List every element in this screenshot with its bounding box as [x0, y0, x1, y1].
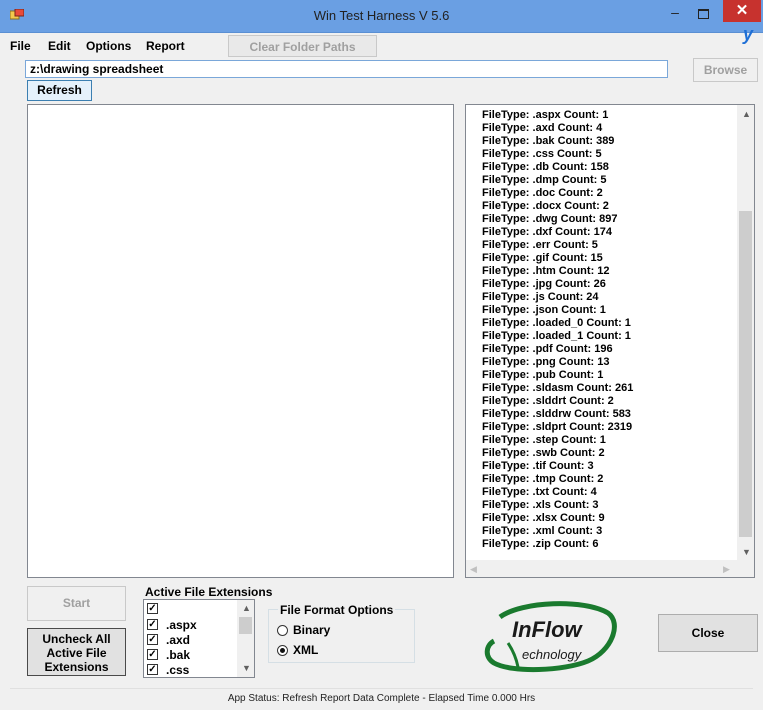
checkbox[interactable]: ✓ [147, 619, 158, 630]
radio-selected-dot [280, 648, 285, 653]
status-text: App Status: Refresh Report Data Complete… [227, 693, 536, 704]
extensions-scrollbar[interactable]: ▲ ▼ [237, 600, 254, 677]
close-window-button[interactable]: ✕ [723, 0, 761, 22]
report-line: FileType: .xml Count: 3 [482, 525, 603, 537]
checkbox[interactable]: ✓ [147, 649, 158, 660]
report-line: FileType: .js Count: 24 [482, 291, 599, 303]
report-line: FileType: .json Count: 1 [482, 304, 606, 316]
file-format-group [268, 609, 415, 663]
report-line: FileType: .txt Count: 4 [482, 486, 597, 498]
clear-folder-paths-button[interactable]: Clear Folder Paths [228, 35, 377, 57]
start-button[interactable]: Start [27, 586, 126, 621]
menu-edit[interactable]: Edit [48, 39, 71, 53]
report-line: FileType: .css Count: 5 [482, 148, 602, 160]
uncheck-all-button[interactable]: Uncheck All Active File Extensions [27, 628, 126, 676]
report-line: FileType: .axd Count: 4 [482, 122, 603, 134]
output-pane[interactable] [27, 104, 454, 578]
report-line: FileType: .htm Count: 12 [482, 265, 610, 277]
refresh-button[interactable]: Refresh [27, 80, 92, 101]
menu-file[interactable]: File [10, 39, 31, 53]
report-line: FileType: .step Count: 1 [482, 434, 606, 446]
extensions-scroll-thumb[interactable] [239, 617, 252, 634]
minimize-button[interactable]: – [662, 5, 688, 25]
report-line: FileType: .swb Count: 2 [482, 447, 605, 459]
close-button[interactable]: Close [658, 614, 758, 652]
scroll-down-icon[interactable]: ▼ [242, 663, 251, 673]
title-bar[interactable]: Win Test Harness V 5.6 – ✕ [0, 0, 763, 33]
binary-label[interactable]: Binary [293, 623, 330, 637]
report-line: FileType: .sldasm Count: 261 [482, 382, 634, 394]
report-line: FileType: .doc Count: 2 [482, 187, 603, 199]
extension-label: .bak [166, 648, 191, 662]
report-line: FileType: .docx Count: 2 [482, 200, 609, 212]
report-line: FileType: .zip Count: 6 [482, 538, 599, 550]
folder-path-input[interactable]: z:\drawing spreadsheet [25, 60, 668, 78]
scroll-up-icon[interactable]: ▲ [242, 603, 251, 613]
file-type-report-list[interactable]: FileType: .aspx Count: 1 FileType: .axd C… [465, 104, 755, 578]
extensions-checklist[interactable]: ✓ ✓ .aspx ✓ .axd ✓ .bak ✓ .css ▲ ▼ [143, 599, 255, 678]
report-line: FileType: .bak Count: 389 [482, 135, 615, 147]
report-line: FileType: .gif Count: 15 [482, 252, 603, 264]
report-vertical-scrollbar[interactable]: ▲ ▼ [737, 105, 754, 561]
logo-text-technology: echnology [522, 647, 583, 662]
report-line: FileType: .loaded_0 Count: 1 [482, 317, 631, 329]
menu-report[interactable]: Report [146, 39, 185, 53]
checkbox[interactable]: ✓ [147, 634, 158, 645]
status-bar: App Status: Refresh Report Data Complete… [0, 688, 763, 710]
browse-button[interactable]: Browse [693, 58, 758, 82]
uncheck-all-label: Uncheck All Active File Extensions [42, 632, 111, 674]
menu-options[interactable]: Options [86, 39, 131, 53]
scroll-right-icon[interactable]: ▶ [723, 564, 730, 575]
menu-bar: File Edit Options Report [0, 34, 763, 58]
scroll-down-icon[interactable]: ▼ [742, 547, 751, 557]
window-title: Win Test Harness V 5.6 [313, 8, 450, 23]
report-line: FileType: .loaded_1 Count: 1 [482, 330, 631, 342]
application-window: Win Test Harness V 5.6 – ✕ y File Edit O… [0, 0, 763, 710]
maximize-button[interactable] [690, 5, 716, 25]
scroll-up-icon[interactable]: ▲ [742, 109, 751, 119]
report-line: FileType: .pdf Count: 196 [482, 343, 613, 355]
report-line: FileType: .aspx Count: 1 [482, 109, 609, 121]
scroll-corner [737, 560, 754, 577]
report-line: FileType: .tmp Count: 2 [482, 473, 604, 485]
binary-radio[interactable] [277, 625, 288, 636]
report-line: FileType: .tif Count: 3 [482, 460, 594, 472]
report-line: FileType: .dwg Count: 897 [482, 213, 618, 225]
report-line: FileType: .xlsx Count: 9 [482, 512, 605, 524]
file-format-legend: File Format Options [278, 603, 396, 617]
report-line: FileType: .sldprt Count: 2319 [482, 421, 633, 433]
report-horizontal-scrollbar[interactable]: ◀ ▶ [466, 560, 754, 577]
logo-text-inflow: InFlow [512, 617, 584, 642]
active-extensions-label: Active File Extensions [145, 585, 273, 599]
report-line: FileType: .dmp Count: 5 [482, 174, 607, 186]
status-divider [10, 688, 753, 689]
maximize-icon [698, 9, 709, 19]
report-lines: FileType: .aspx Count: 1 FileType: .axd C… [482, 109, 633, 551]
scroll-left-icon[interactable]: ◀ [470, 564, 477, 575]
inflow-technology-logo: InFlow echnology [484, 601, 617, 672]
extension-label: .css [166, 663, 190, 677]
report-line: FileType: .jpg Count: 26 [482, 278, 606, 290]
report-line: FileType: .db Count: 158 [482, 161, 609, 173]
report-line: FileType: .slddrw Count: 583 [482, 408, 631, 420]
extension-label: .axd [166, 633, 191, 647]
checkbox[interactable]: ✓ [147, 664, 158, 675]
report-line: FileType: .pub Count: 1 [482, 369, 604, 381]
report-scroll-thumb[interactable] [739, 211, 752, 537]
report-line: FileType: .slddrt Count: 2 [482, 395, 614, 407]
report-line: FileType: .dxf Count: 174 [482, 226, 612, 238]
report-line: FileType: .err Count: 5 [482, 239, 598, 251]
extension-label: .aspx [166, 618, 197, 632]
checkbox[interactable]: ✓ [147, 603, 158, 614]
report-line: FileType: .xls Count: 3 [482, 499, 599, 511]
report-line: FileType: .png Count: 13 [482, 356, 610, 368]
xml-radio[interactable] [277, 645, 288, 656]
xml-label[interactable]: XML [293, 643, 318, 657]
